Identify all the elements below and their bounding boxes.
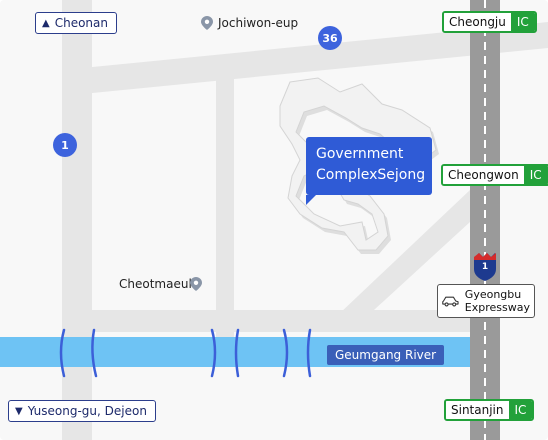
callout-line-2: ComplexSejong [316,167,426,183]
interchange-tag: IC [508,401,533,419]
interchange-cheongwon[interactable]: Cheongwon IC [441,164,548,186]
callout-tail [306,195,316,205]
direction-south-button[interactable]: ▼ Yuseong-gu, Dejeon [8,400,156,422]
map-base-layer [0,0,548,440]
interchange-tag: IC [523,166,548,184]
location-pin-icon [201,16,213,30]
direction-north-label: Cheonan [54,16,108,30]
route-1-badge[interactable]: 1 [53,133,77,157]
expressway-name-line-2: Expressway [464,301,530,314]
route-36-badge[interactable]: 36 [318,26,342,50]
interchange-cheongju[interactable]: Cheongju IC [442,11,537,33]
direction-north-button[interactable]: ▲ Cheonan [35,12,117,34]
direction-south-label: Yuseong-gu, Dejeon [27,404,147,418]
interchange-name: Cheongju [444,13,511,31]
river-label: Geumgang River [327,345,445,365]
interchange-name: Cheongwon [443,166,524,184]
place-label-jochiwon[interactable]: Jochiwon-eup [218,15,298,31]
interchange-sintanjin[interactable]: Sintanjin IC [444,399,535,421]
road-horizontal-bottom [62,310,482,332]
expressway-label[interactable]: Gyeongbu Expressway [437,284,535,318]
highway-shield-number: 1 [481,262,489,272]
car-icon [442,296,459,307]
expressway-name: Gyeongbu Expressway [465,288,530,314]
interchange-name: Sintanjin [446,401,509,419]
arrow-up-icon: ▲ [42,17,50,29]
place-label-cheotmaeul[interactable]: Cheotmaeul [119,276,192,292]
expressway-name-line-1: Gyeongbu [464,288,522,301]
callout-line-1: Government [316,146,404,162]
government-complex-callout[interactable]: Government ComplexSejong [306,137,432,205]
arrow-down-icon: ▼ [15,405,23,417]
location-pin-icon [190,277,202,291]
road-vertical-2 [216,68,234,340]
interchange-tag: IC [510,13,535,31]
expressway-road [470,0,500,440]
road-main-vertical [62,0,92,440]
map-view[interactable]: ▲ Cheonan ▼ Yuseong-gu, Dejeon Jochiwon-… [0,0,548,440]
